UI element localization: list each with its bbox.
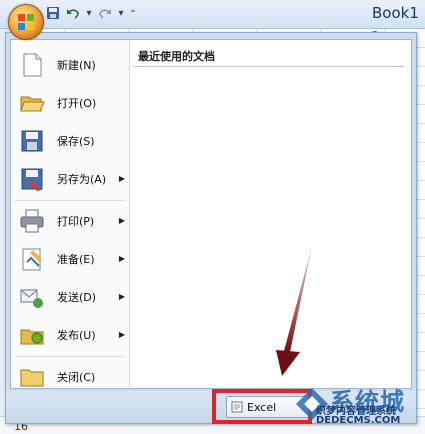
save-as-icon bbox=[19, 166, 45, 192]
application-menu: 新建(N) 打开(O) 保存(S) 另存为(A) ▶ 打印(P) ▶ 准备(E)… bbox=[5, 32, 417, 424]
menu-item-open[interactable]: 打开(O) bbox=[11, 84, 129, 122]
menu-item-label: 新建(N) bbox=[57, 59, 96, 72]
menu-item-label: 准备(E) bbox=[57, 253, 95, 266]
publish-icon bbox=[19, 322, 45, 348]
menu-panel: 新建(N) 打开(O) 保存(S) 另存为(A) ▶ 打印(P) ▶ 准备(E)… bbox=[10, 39, 412, 389]
menu-item-send[interactable]: 发送(D) ▶ bbox=[11, 278, 129, 316]
menu-item-publish[interactable]: 发布(U) ▶ bbox=[11, 316, 129, 354]
menu-item-prepare[interactable]: 准备(E) ▶ bbox=[11, 240, 129, 278]
title-bar: ▾ ▾ ⁼ Book1 - bbox=[0, 0, 425, 40]
send-icon bbox=[19, 284, 45, 310]
save-icon[interactable] bbox=[44, 4, 62, 22]
open-folder-icon bbox=[19, 90, 45, 116]
menu-item-save-as[interactable]: 另存为(A) ▶ bbox=[11, 160, 129, 198]
recent-documents-pane: 最近使用的文档 bbox=[130, 40, 411, 388]
menu-item-label: 保存(S) bbox=[57, 135, 95, 148]
undo-dropdown-icon[interactable]: ▾ bbox=[84, 5, 94, 21]
submenu-arrow-icon: ▶ bbox=[118, 292, 125, 301]
menu-item-print[interactable]: 打印(P) ▶ bbox=[11, 202, 129, 240]
new-document-icon bbox=[19, 52, 45, 78]
undo-icon[interactable] bbox=[64, 4, 82, 22]
submenu-arrow-icon: ▶ bbox=[118, 254, 125, 263]
redo-icon[interactable] bbox=[96, 4, 114, 22]
menu-item-label: 打印(P) bbox=[57, 215, 95, 228]
menu-divider bbox=[15, 356, 125, 357]
submenu-arrow-icon: ▶ bbox=[118, 216, 125, 225]
recent-documents-title: 最近使用的文档 bbox=[138, 50, 215, 63]
printer-icon bbox=[19, 208, 45, 234]
close-folder-icon bbox=[19, 364, 45, 390]
menu-item-new[interactable]: 新建(N) bbox=[11, 46, 129, 84]
menu-item-label: 发布(U) bbox=[57, 329, 96, 342]
watermark-url: DEDECMS.COM bbox=[316, 415, 401, 426]
menu-item-save[interactable]: 保存(S) bbox=[11, 122, 129, 160]
save-disk-icon bbox=[19, 128, 45, 154]
submenu-arrow-icon: ▶ bbox=[118, 330, 125, 339]
menu-item-label: 打开(O) bbox=[57, 97, 97, 110]
menu-item-label: 关闭(C) bbox=[57, 371, 96, 384]
redo-dropdown-icon[interactable]: ▾ bbox=[116, 5, 126, 21]
menu-commands: 新建(N) 打开(O) 保存(S) 另存为(A) ▶ 打印(P) ▶ 准备(E)… bbox=[11, 40, 130, 388]
customize-arrow-icon[interactable]: ⁼ bbox=[128, 5, 138, 21]
menu-item-label: 另存为(A) bbox=[57, 173, 107, 186]
recent-title-divider bbox=[134, 66, 404, 67]
submenu-arrow-icon: ▶ bbox=[118, 174, 125, 183]
quick-access-toolbar: ▾ ▾ ⁼ bbox=[44, 4, 154, 22]
menu-item-label: 发送(D) bbox=[57, 291, 97, 304]
menu-divider bbox=[15, 200, 125, 201]
prepare-icon bbox=[19, 246, 45, 272]
office-button[interactable] bbox=[8, 4, 44, 40]
office-logo-icon bbox=[18, 14, 34, 30]
